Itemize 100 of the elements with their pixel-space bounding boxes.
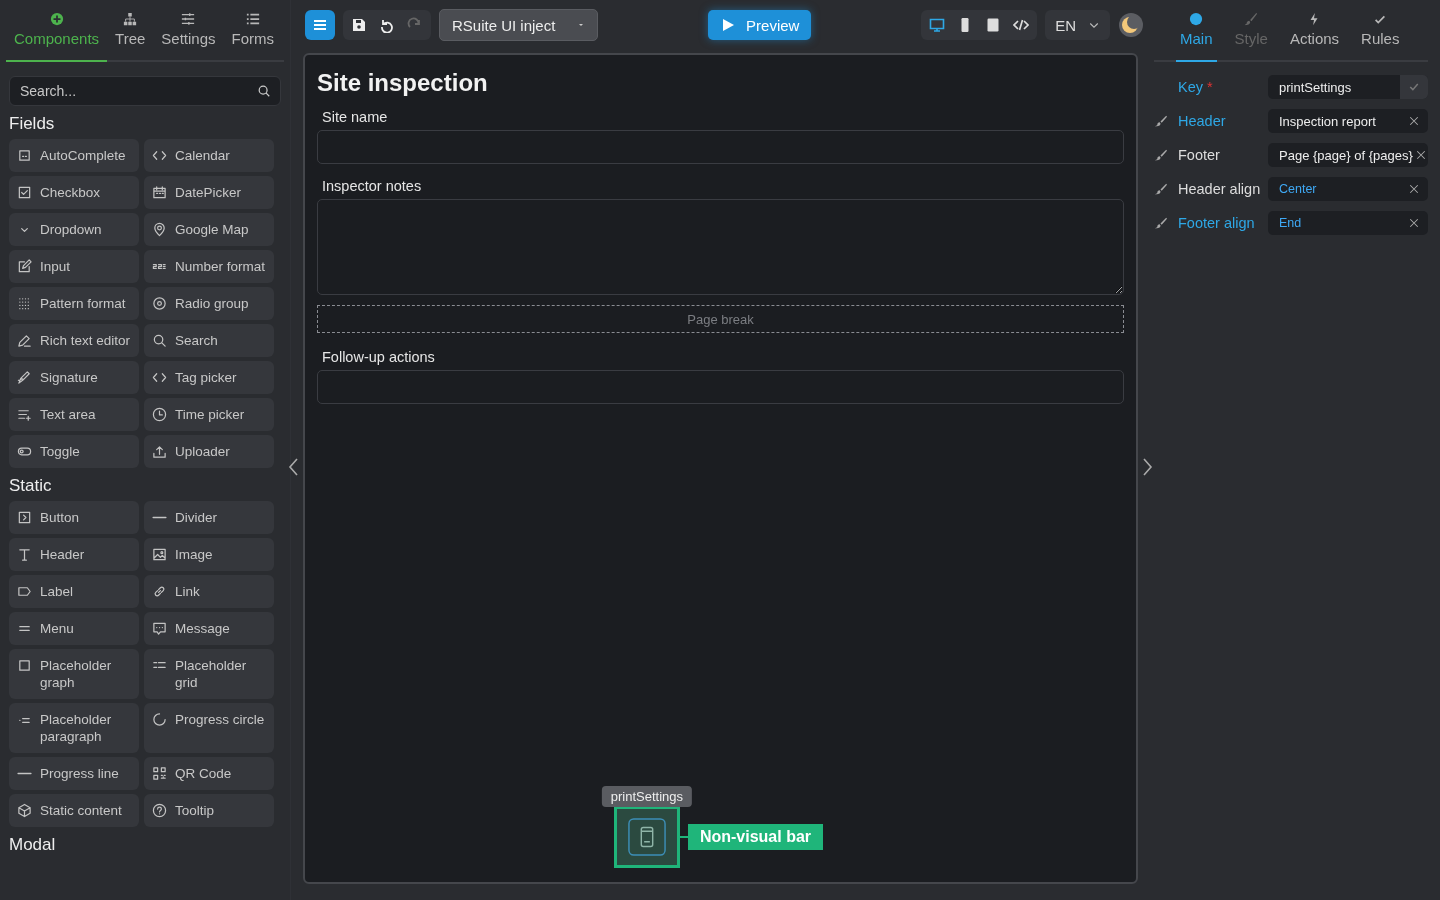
sidebar-tab[interactable]: Tree <box>107 0 154 62</box>
component-item[interactable]: Input <box>9 250 139 283</box>
component-item[interactable]: Checkbox <box>9 176 139 209</box>
component-item[interactable]: Dropdown <box>9 213 139 246</box>
component-item[interactable]: Static content <box>9 794 139 827</box>
tree-icon <box>123 12 138 26</box>
component-item[interactable]: Menu <box>9 612 139 645</box>
caret-icon <box>577 21 586 29</box>
non-visual-bar-label: Non-visual bar <box>687 824 824 850</box>
component-item[interactable]: Image <box>144 538 274 571</box>
select-field[interactable]: Center <box>1268 177 1428 201</box>
language-dropdown[interactable]: EN <box>1045 10 1110 40</box>
brush-icon <box>1244 12 1259 26</box>
moon-icon[interactable] <box>1118 12 1144 38</box>
tablet-icon[interactable] <box>985 17 1002 33</box>
component-item[interactable]: Number format <box>144 250 274 283</box>
component-item[interactable]: Toggle <box>9 435 139 468</box>
component-item[interactable]: Progress line <box>9 757 139 790</box>
calendar-icon <box>152 185 167 200</box>
component-item[interactable]: Header <box>9 538 139 571</box>
clear-icon[interactable] <box>1408 183 1420 195</box>
qr-code-icon <box>152 766 167 781</box>
key-field[interactable]: printSettings <box>1268 75 1428 99</box>
component-item[interactable]: Calendar <box>144 139 274 172</box>
search-field[interactable]: Search... <box>9 76 281 106</box>
component-item[interactable]: Tag picker <box>144 361 274 394</box>
brush-icon[interactable] <box>1154 114 1167 128</box>
component-item[interactable]: DatePicker <box>144 176 274 209</box>
required-mark: * <box>1207 79 1213 95</box>
component-item[interactable]: Label <box>9 575 139 608</box>
clear-icon[interactable] <box>1414 149 1427 161</box>
panel-tab[interactable]: Main <box>1176 0 1217 62</box>
property-label: Footer align <box>1178 214 1256 233</box>
component-item[interactable]: Placeholder graph <box>9 649 139 699</box>
lines-plus-icon <box>17 407 32 422</box>
map-pin-icon <box>152 222 167 237</box>
component-item[interactable]: Placeholder grid <box>144 649 274 699</box>
component-item[interactable]: Link <box>144 575 274 608</box>
sidebar-tab[interactable]: Components <box>6 0 108 62</box>
code-brackets-icon <box>152 370 167 385</box>
monitor-icon[interactable] <box>929 17 946 33</box>
brush-icon[interactable] <box>1154 148 1167 162</box>
component-item[interactable]: Button <box>9 501 139 534</box>
component-item[interactable]: Radio group <box>144 287 274 320</box>
brush-icon[interactable] <box>1154 182 1167 196</box>
component-item[interactable]: QR Code <box>144 757 274 790</box>
section-heading: Static <box>9 476 53 496</box>
component-item[interactable]: Google Map <box>144 213 274 246</box>
brush-icon[interactable] <box>1154 216 1167 230</box>
cube-icon <box>17 803 32 818</box>
document-icon <box>627 818 666 856</box>
component-item[interactable]: Divider <box>144 501 274 534</box>
component-item[interactable]: Tooltip <box>144 794 274 827</box>
tooltip: printSettings <box>601 786 693 807</box>
component-item[interactable]: Text area <box>9 398 139 431</box>
property-label: Header <box>1178 112 1227 131</box>
upload-icon <box>152 444 167 459</box>
sidebar-tab[interactable]: Forms <box>223 0 283 62</box>
clear-icon[interactable] <box>1408 217 1420 229</box>
search-icon <box>257 84 271 98</box>
property-label: Footer <box>1178 146 1221 165</box>
sidebar-tab[interactable]: Settings <box>153 0 224 62</box>
component-item[interactable]: Time picker <box>144 398 274 431</box>
menu-button[interactable] <box>305 10 335 40</box>
text-field[interactable]: Page {page} of {pages} <box>1268 143 1428 167</box>
save-icon[interactable] <box>351 17 367 33</box>
sliders-icon <box>181 12 196 26</box>
dash-icon <box>152 515 167 520</box>
list-icon <box>245 12 260 26</box>
component-item[interactable]: Message <box>144 612 274 645</box>
field-label: Inspector notes <box>322 178 423 194</box>
code-icon[interactable] <box>1013 17 1030 33</box>
component-item[interactable]: Search <box>144 324 274 357</box>
panel-tab[interactable]: Actions <box>1285 0 1344 62</box>
text-input[interactable] <box>317 370 1124 404</box>
input-box-icon <box>17 148 32 163</box>
component-item[interactable]: Rich text editor <box>9 324 139 357</box>
component-item[interactable]: Placeholder paragraph <box>9 703 139 753</box>
chat-bubble-icon <box>152 621 167 636</box>
component-item[interactable]: Pattern format <box>9 287 139 320</box>
project-dropdown[interactable]: RSuite UI inject <box>439 9 599 41</box>
text-input[interactable] <box>317 130 1124 164</box>
property-label: Header align <box>1178 180 1262 199</box>
chevron-left-icon[interactable] <box>288 458 300 476</box>
panel-tab[interactable]: Rules <box>1357 0 1404 62</box>
dot-grid-icon <box>17 296 32 311</box>
component-item[interactable]: AutoComplete <box>9 139 139 172</box>
component-item[interactable]: Signature <box>9 361 139 394</box>
text-field[interactable]: Inspection report <box>1268 109 1428 133</box>
clear-icon[interactable] <box>1408 115 1420 127</box>
check-icon <box>1408 81 1420 93</box>
component-item[interactable]: Progress circle <box>144 703 274 753</box>
menu-icon <box>312 17 328 33</box>
search-icon <box>152 333 167 348</box>
chevron-right-icon[interactable] <box>1141 458 1153 476</box>
text-t-icon <box>17 547 32 562</box>
undo-icon[interactable] <box>379 17 395 33</box>
dash-icon <box>17 771 32 776</box>
select-field[interactable]: End <box>1268 211 1428 235</box>
component-item[interactable]: Uploader <box>144 435 274 468</box>
